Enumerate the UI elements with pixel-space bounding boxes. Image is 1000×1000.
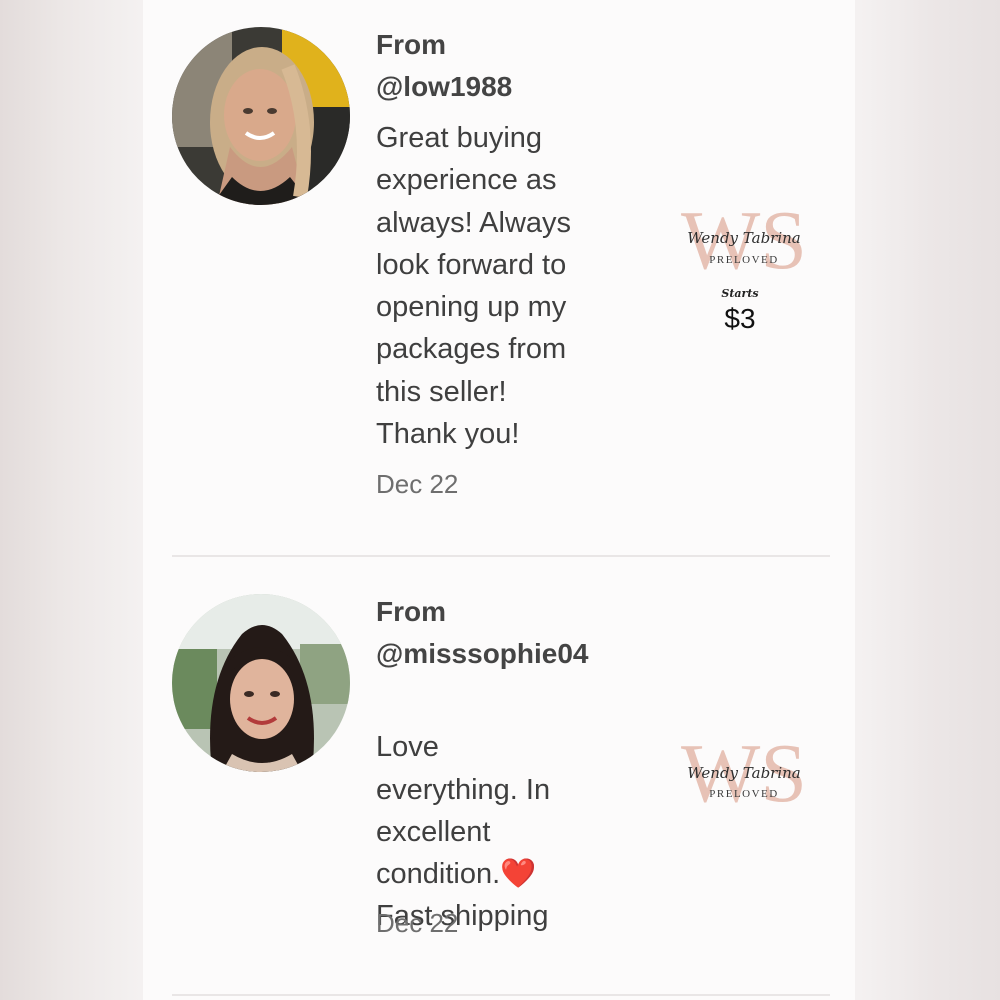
logo-brand-text: PRELOVED: [709, 788, 778, 800]
review-item: From @low1988 Great buying experience as…: [143, 0, 855, 556]
review-date: Dec 22: [376, 908, 459, 938]
avatar-photo-icon: [172, 27, 350, 205]
reviewer-avatar[interactable]: [172, 594, 350, 772]
reviews-panel: From @low1988 Great buying experience as…: [143, 0, 855, 1000]
price-label: $3: [724, 303, 755, 334]
reviewer-from-label: From: [376, 596, 446, 627]
logo-script-text: Wendy Tabrina: [687, 229, 801, 247]
heart-icon: ❤️: [500, 858, 537, 891]
review-text: Great buying experience as always! Alway…: [376, 122, 572, 451]
review-divider: [172, 994, 830, 996]
listing-thumbnail[interactable]: WS Wendy Tabrina PRELOVED: [658, 693, 830, 853]
review-divider: [172, 555, 830, 557]
starts-label: Starts: [721, 287, 758, 300]
review-date: Dec 22: [376, 469, 459, 499]
listing-thumbnail[interactable]: WS Wendy Tabrina PRELOVED Starts $3: [658, 180, 830, 350]
review-item: From @misssophie04 Love everything. In e…: [143, 558, 855, 1000]
logo-brand-text: PRELOVED: [709, 254, 778, 266]
reviewer-avatar[interactable]: [172, 27, 350, 205]
avatar-photo-icon: [172, 594, 350, 772]
reviewer-username-link[interactable]: @low1988: [376, 66, 512, 108]
page-background: From @low1988 Great buying experience as…: [0, 0, 1000, 1000]
reviewer-username-link[interactable]: @misssophie04: [376, 633, 589, 675]
logo-script-text: Wendy Tabrina: [687, 764, 801, 782]
reviewer-from-label: From: [376, 29, 446, 60]
